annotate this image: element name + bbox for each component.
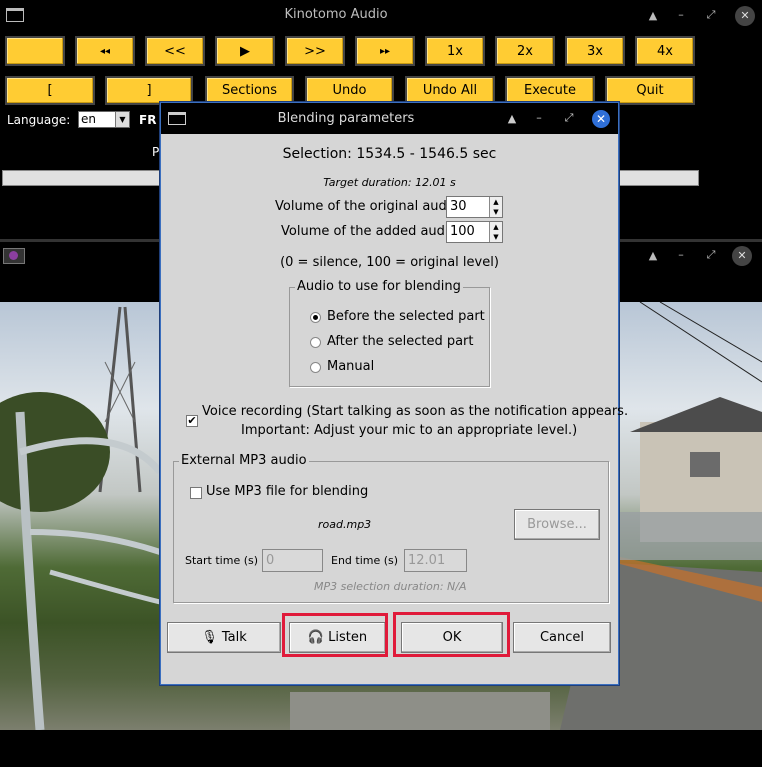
video-shade-button[interactable]: ▲ bbox=[644, 249, 662, 262]
mp3-selection-duration: MP3 selection duration: N/A bbox=[314, 580, 467, 593]
rewind-button[interactable]: << bbox=[145, 36, 205, 66]
voice-recording-label-line2: Important: Adjust your mic to an appropr… bbox=[241, 423, 578, 438]
talk-button[interactable]: 🎙 Talk bbox=[167, 622, 281, 653]
media-player-icon[interactable] bbox=[3, 248, 25, 264]
volume-original-value: 30 bbox=[450, 199, 467, 214]
language-value: en bbox=[81, 112, 96, 126]
close-button[interactable]: ✕ bbox=[735, 6, 755, 26]
p-label: P bbox=[152, 145, 160, 159]
radio-manual-label[interactable]: Manual bbox=[327, 359, 374, 374]
minimize-button[interactable]: – bbox=[672, 8, 690, 21]
blank-button[interactable] bbox=[5, 36, 65, 66]
dialog-shade-button[interactable]: ▲ bbox=[503, 112, 521, 125]
undo-button[interactable]: Undo bbox=[305, 76, 394, 105]
voice-recording-label-line1[interactable]: Voice recording (Start talking as soon a… bbox=[202, 404, 628, 419]
radio-manual[interactable] bbox=[310, 362, 321, 373]
sections-button[interactable]: Sections bbox=[205, 76, 294, 105]
volume-original-label: Volume of the original audio bbox=[275, 199, 459, 214]
fr-label: FR bbox=[139, 113, 157, 127]
radio-before[interactable] bbox=[310, 312, 321, 323]
language-select[interactable]: en ▼ bbox=[78, 111, 130, 128]
maximize-button[interactable]: ⤢ bbox=[702, 8, 720, 22]
speed-3x-button[interactable]: 3x bbox=[565, 36, 625, 66]
mp3-filename: road.mp3 bbox=[318, 518, 372, 531]
cancel-button[interactable]: Cancel bbox=[513, 622, 611, 653]
dialog-close-button[interactable]: ✕ bbox=[592, 110, 610, 128]
volume-added-value: 100 bbox=[450, 224, 475, 239]
mark-end-button[interactable]: ] bbox=[105, 76, 193, 105]
dialog-titlebar: Blending parameters ▲ – ⤢ ✕ bbox=[161, 103, 618, 134]
main-window-titlebar: Kinotomo Audio ▲ – ⤢ ✕ bbox=[0, 0, 762, 31]
spin-arrows-icon[interactable]: ▲ ▼ bbox=[489, 197, 502, 217]
radio-before-label[interactable]: Before the selected part bbox=[327, 309, 485, 324]
ok-highlight-box bbox=[393, 612, 510, 657]
execute-button[interactable]: Execute bbox=[505, 76, 595, 105]
chevron-down-icon[interactable]: ▼ bbox=[115, 112, 129, 127]
fast-forward-button[interactable]: >> bbox=[285, 36, 345, 66]
speed-2x-button[interactable]: 2x bbox=[495, 36, 555, 66]
start-time-input[interactable]: 0 bbox=[262, 549, 323, 572]
blend-source-group-label: Audio to use for blending bbox=[295, 279, 463, 294]
speed-1x-button[interactable]: 1x bbox=[425, 36, 485, 66]
video-maximize-button[interactable]: ⤢ bbox=[702, 248, 720, 262]
volume-added-spinbox[interactable]: 100 ▲ ▼ bbox=[446, 221, 503, 243]
browse-button[interactable]: Browse... bbox=[514, 509, 600, 540]
skip-forward-far-button[interactable]: ▸▸ bbox=[355, 36, 415, 66]
end-time-input[interactable]: 12.01 bbox=[404, 549, 467, 572]
radio-after-label[interactable]: After the selected part bbox=[327, 334, 474, 349]
main-window-title: Kinotomo Audio bbox=[284, 7, 388, 22]
volume-added-label: Volume of the added audio bbox=[281, 224, 457, 239]
quit-button[interactable]: Quit bbox=[605, 76, 695, 105]
shade-button[interactable]: ▲ bbox=[644, 9, 662, 22]
talk-label: Talk bbox=[221, 630, 247, 645]
undo-all-button[interactable]: Undo All bbox=[405, 76, 495, 105]
spin-arrows-icon[interactable]: ▲ ▼ bbox=[489, 222, 502, 242]
blending-parameters-dialog: Blending parameters ▲ – ⤢ ✕ Selection: 1… bbox=[160, 102, 628, 685]
external-mp3-group: External MP3 audio Use MP3 file for blen… bbox=[173, 453, 609, 603]
dialog-minimize-button[interactable]: – bbox=[530, 111, 548, 124]
volume-hint: (0 = silence, 100 = original level) bbox=[280, 255, 499, 270]
video-minimize-button[interactable]: – bbox=[672, 248, 690, 261]
selection-range: Selection: 1534.5 - 1546.5 sec bbox=[282, 146, 497, 162]
external-mp3-group-label: External MP3 audio bbox=[179, 453, 309, 468]
dialog-title: Blending parameters bbox=[277, 111, 415, 126]
video-close-button[interactable]: ✕ bbox=[732, 246, 752, 266]
listen-highlight-box bbox=[282, 613, 388, 657]
skip-back-far-button[interactable]: ◂◂ bbox=[75, 36, 135, 66]
voice-recording-checkbox[interactable]: ✔ bbox=[186, 415, 198, 427]
dialog-maximize-button[interactable]: ⤢ bbox=[560, 111, 578, 125]
end-time-label: End time (s) bbox=[331, 554, 399, 567]
blend-source-group: Audio to use for blending Before the sel… bbox=[289, 279, 490, 387]
target-duration: Target duration: 12.01 s bbox=[323, 176, 456, 189]
start-time-label: Start time (s) bbox=[185, 554, 259, 567]
mark-start-button[interactable]: [ bbox=[5, 76, 95, 105]
radio-after[interactable] bbox=[310, 337, 321, 348]
volume-original-spinbox[interactable]: 30 ▲ ▼ bbox=[446, 196, 503, 218]
speed-4x-button[interactable]: 4x bbox=[635, 36, 695, 66]
play-button[interactable]: ▶ bbox=[215, 36, 275, 66]
use-mp3-label[interactable]: Use MP3 file for blending bbox=[206, 484, 368, 499]
microphone-icon: 🎙 bbox=[201, 630, 218, 645]
use-mp3-checkbox[interactable] bbox=[190, 487, 202, 499]
language-label: Language: bbox=[7, 113, 71, 127]
